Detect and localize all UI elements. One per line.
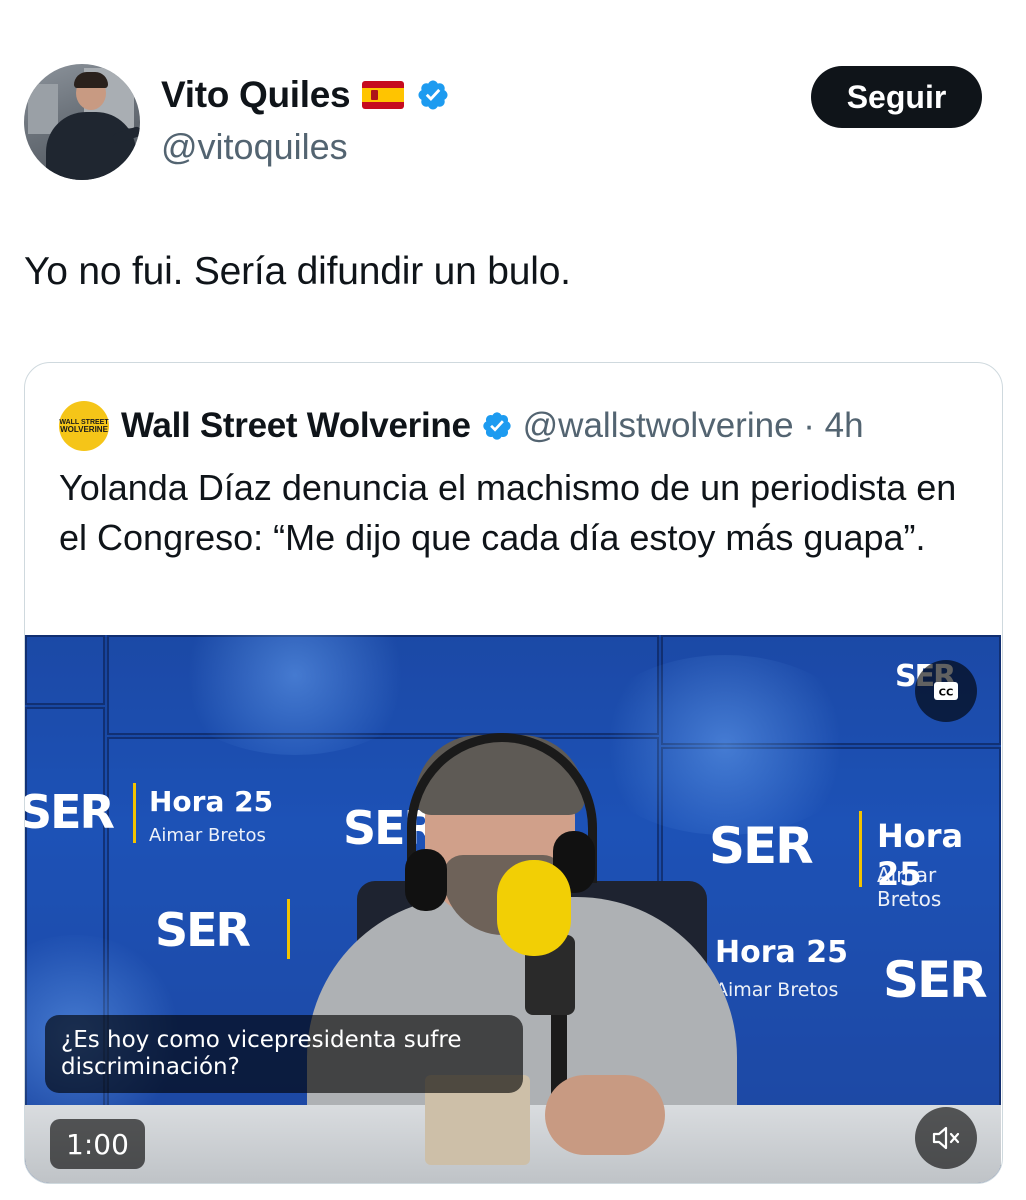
video-caption: ¿Es hoy como vicepresidenta sufre discri… — [45, 1015, 523, 1093]
host-name-text: Aimar Bretos — [149, 825, 266, 846]
host-name-text: Aimar Bretos — [877, 863, 942, 911]
ser-brand-text: SER — [25, 785, 115, 839]
video-player[interactable]: SER Hora 25 Aimar Bretos SER SER Hora 25… — [25, 635, 1001, 1183]
host-name-text: Aimar Bretos — [715, 979, 839, 1001]
logo-text-bottom: WOLVERINE — [60, 424, 108, 434]
program-name-text: Hora 25 — [149, 785, 274, 818]
microphone-icon — [497, 860, 571, 956]
author-avatar[interactable] — [24, 64, 140, 180]
quoted-author-name[interactable]: Wall Street Wolverine — [121, 406, 471, 446]
author-handle[interactable]: @vitoquiles — [161, 126, 348, 168]
presenter-hand — [545, 1075, 665, 1155]
video-duration: 1:00 — [50, 1119, 145, 1169]
verified-badge-icon — [482, 412, 511, 440]
ser-brand-text: SER — [883, 951, 988, 1009]
follow-button[interactable]: Seguir — [811, 66, 982, 128]
avatar-hair — [74, 72, 108, 88]
mute-button[interactable] — [915, 1107, 977, 1169]
avatar-coat — [46, 112, 136, 180]
tweet-text: Yo no fui. Sería difundir un bulo. — [24, 250, 571, 293]
quoted-tweet-card[interactable]: WALL STREET WOLVERINE Wall Street Wolver… — [24, 362, 1003, 1184]
svg-text:CC: CC — [939, 688, 954, 699]
headphone-earcup — [405, 849, 447, 911]
closed-captions-icon: CC — [934, 682, 958, 700]
author-name-row: Vito Quiles — [161, 74, 450, 116]
program-name-text: Hora 25 — [715, 935, 848, 970]
ser-brand-text: SER — [155, 903, 251, 957]
ser-brand-text: SER — [709, 817, 814, 875]
studio-light — [585, 655, 865, 835]
spain-flag-icon — [362, 81, 405, 109]
quoted-author-avatar[interactable]: WALL STREET WOLVERINE — [59, 401, 109, 451]
author-display-name[interactable]: Vito Quiles — [161, 74, 351, 116]
verified-badge-icon[interactable] — [416, 78, 450, 112]
quoted-author-handle-time: @wallstwolverine · 4h — [522, 406, 864, 445]
quoted-tweet-text: Yolanda Díaz denuncia el machismo de un … — [59, 467, 957, 558]
quoted-tweet-header: WALL STREET WOLVERINE Wall Street Wolver… — [59, 401, 864, 451]
studio-screen — [25, 635, 105, 705]
speaker-muted-icon — [932, 1126, 960, 1150]
brand-divider — [287, 899, 290, 959]
brand-divider — [859, 811, 862, 887]
closed-captions-button[interactable]: CC — [915, 660, 977, 722]
brand-divider — [133, 783, 136, 843]
